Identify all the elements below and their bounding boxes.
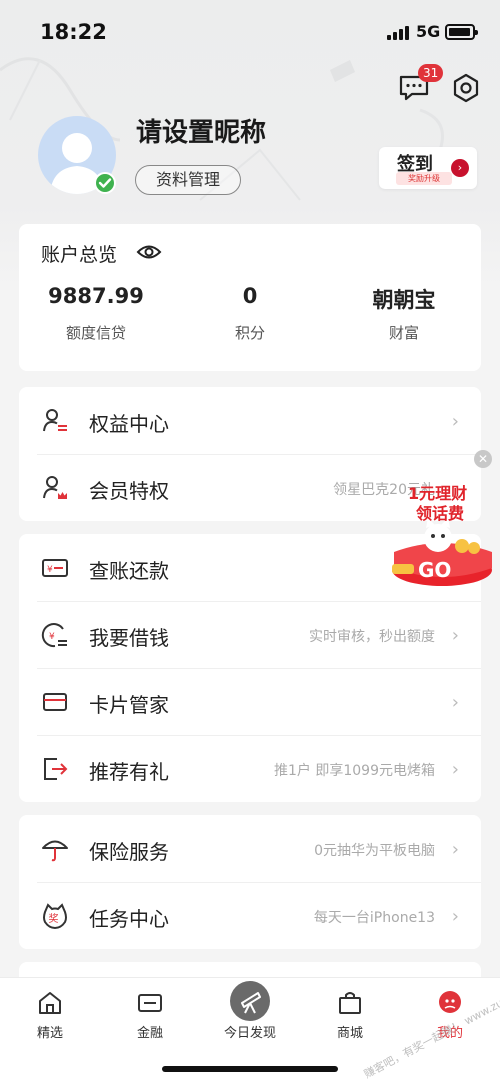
checkin-button[interactable]: 签到 奖励升级 › — [379, 147, 477, 189]
verified-icon — [94, 172, 116, 194]
settings-button[interactable] — [450, 72, 482, 104]
tab-mall[interactable]: 商城 — [300, 988, 400, 1044]
discover-circle — [230, 981, 270, 1021]
chevron-right-icon: › — [451, 159, 469, 177]
referral-icon — [44, 758, 68, 780]
borrow-icon: ¥ — [41, 623, 67, 648]
eye-icon[interactable] — [136, 242, 162, 262]
message-count-badge: 31 — [418, 64, 444, 82]
stat-credit[interactable]: 9887.99 额度信贷 — [19, 284, 173, 343]
close-icon[interactable]: ✕ — [474, 450, 492, 468]
stat-wealth[interactable]: 朝朝宝 财富 — [327, 284, 481, 343]
menu-item-insurance[interactable]: 保险服务 0元抽华为平板电脑 › — [19, 815, 481, 882]
card-manager-icon — [43, 693, 67, 711]
chevron-right-icon: › — [451, 692, 459, 713]
tab-label: 商城 — [336, 1026, 363, 1041]
menu-item-label: 推荐有礼 — [89, 760, 169, 784]
menu-item-hint: 实时审核，秒出额度 — [309, 629, 435, 645]
tab-featured[interactable]: 精选 — [0, 988, 100, 1044]
chevron-right-icon: › — [451, 411, 459, 432]
checkin-reward-tag: 奖励升级 — [396, 172, 452, 185]
menu-item-hint: 0元抽华为平板电脑 — [314, 843, 435, 859]
menu-group-services: 保险服务 0元抽华为平板电脑 › 奖 任务中心 每天一台iPhone13 › — [19, 815, 481, 949]
settings-icon — [453, 73, 479, 103]
stat-label: 财富 — [388, 324, 419, 342]
menu-item-label: 任务中心 — [89, 907, 169, 931]
stat-label: 积分 — [234, 324, 265, 342]
umbrella-icon — [42, 840, 68, 862]
battery-icon — [445, 24, 478, 40]
telescope-icon — [241, 992, 261, 1014]
menu-item-task-center[interactable]: 奖 任务中心 每天一台iPhone13 › — [19, 882, 481, 949]
member-privilege-icon — [43, 476, 67, 499]
home-indicator[interactable] — [162, 1066, 338, 1072]
profile-manage-button[interactable]: 资料管理 — [135, 165, 241, 195]
menu-item-label: 权益中心 — [89, 412, 169, 436]
stat-value: 朝朝宝 — [372, 288, 436, 312]
chevron-right-icon: › — [451, 625, 459, 646]
account-overview-title: 账户总览 — [41, 244, 118, 266]
nickname[interactable]: 请设置昵称 — [136, 112, 266, 149]
finance-icon — [138, 994, 162, 1012]
chevron-right-icon: › — [451, 759, 459, 780]
menu-item-hint: 每天一台iPhone13 — [313, 910, 435, 926]
my-profile-icon — [439, 991, 461, 1013]
benefit-center-icon — [43, 409, 67, 432]
svg-text:奖: 奖 — [49, 912, 59, 925]
account-overview-card: 账户总览 9887.99 额度信贷 0 积分 朝朝宝 财富 — [19, 224, 481, 371]
chevron-right-icon: › — [451, 839, 459, 860]
menu-item-borrow[interactable]: ¥ 我要借钱 实时审核，秒出额度 › — [19, 601, 481, 668]
signal-strength-icon — [387, 26, 411, 40]
menu-item-label: 保险服务 — [89, 840, 169, 864]
promo-go: GO — [418, 558, 452, 582]
bill-repay-icon: ¥ — [42, 559, 68, 577]
tab-discover[interactable]: 今日发现 — [200, 981, 300, 1044]
network-type: 5G — [416, 22, 441, 41]
menu-item-referral[interactable]: 推荐有礼 推1户 即享1099元电烤箱 › — [19, 735, 481, 802]
stat-value: 9887.99 — [48, 284, 144, 308]
menu-item-benefit-center[interactable]: 权益中心 › — [19, 387, 481, 454]
promo-line2: 领话费 — [416, 504, 465, 523]
tab-label: 今日发现 — [223, 1026, 276, 1041]
stat-points[interactable]: 0 积分 — [173, 284, 327, 343]
svg-text:¥: ¥ — [49, 632, 55, 642]
tab-finance[interactable]: 金融 — [100, 988, 200, 1044]
menu-item-label: 卡片管家 — [89, 693, 169, 717]
menu-item-hint: 推1户 即享1099元电烤箱 — [274, 763, 435, 779]
menu-item-label: 查账还款 — [89, 559, 169, 583]
svg-text:¥: ¥ — [47, 565, 53, 575]
tab-label: 金融 — [136, 1026, 163, 1041]
menu-item-label: 会员特权 — [89, 479, 169, 503]
status-time: 18:22 — [40, 20, 107, 44]
menu-item-label: 我要借钱 — [89, 626, 169, 650]
promo-float-banner[interactable]: 1元理财 领话费 GO — [388, 478, 500, 590]
stat-label: 额度信贷 — [65, 324, 126, 342]
tab-label: 精选 — [36, 1026, 63, 1041]
shopping-bag-icon — [339, 992, 361, 1014]
stat-value: 0 — [242, 284, 258, 308]
menu-item-card-manager[interactable]: 卡片管家 › — [19, 668, 481, 735]
chevron-right-icon: › — [451, 906, 459, 927]
task-reward-icon: 奖 — [43, 903, 67, 930]
home-icon — [39, 992, 61, 1014]
status-bar: 18:22 5G — [0, 0, 500, 60]
